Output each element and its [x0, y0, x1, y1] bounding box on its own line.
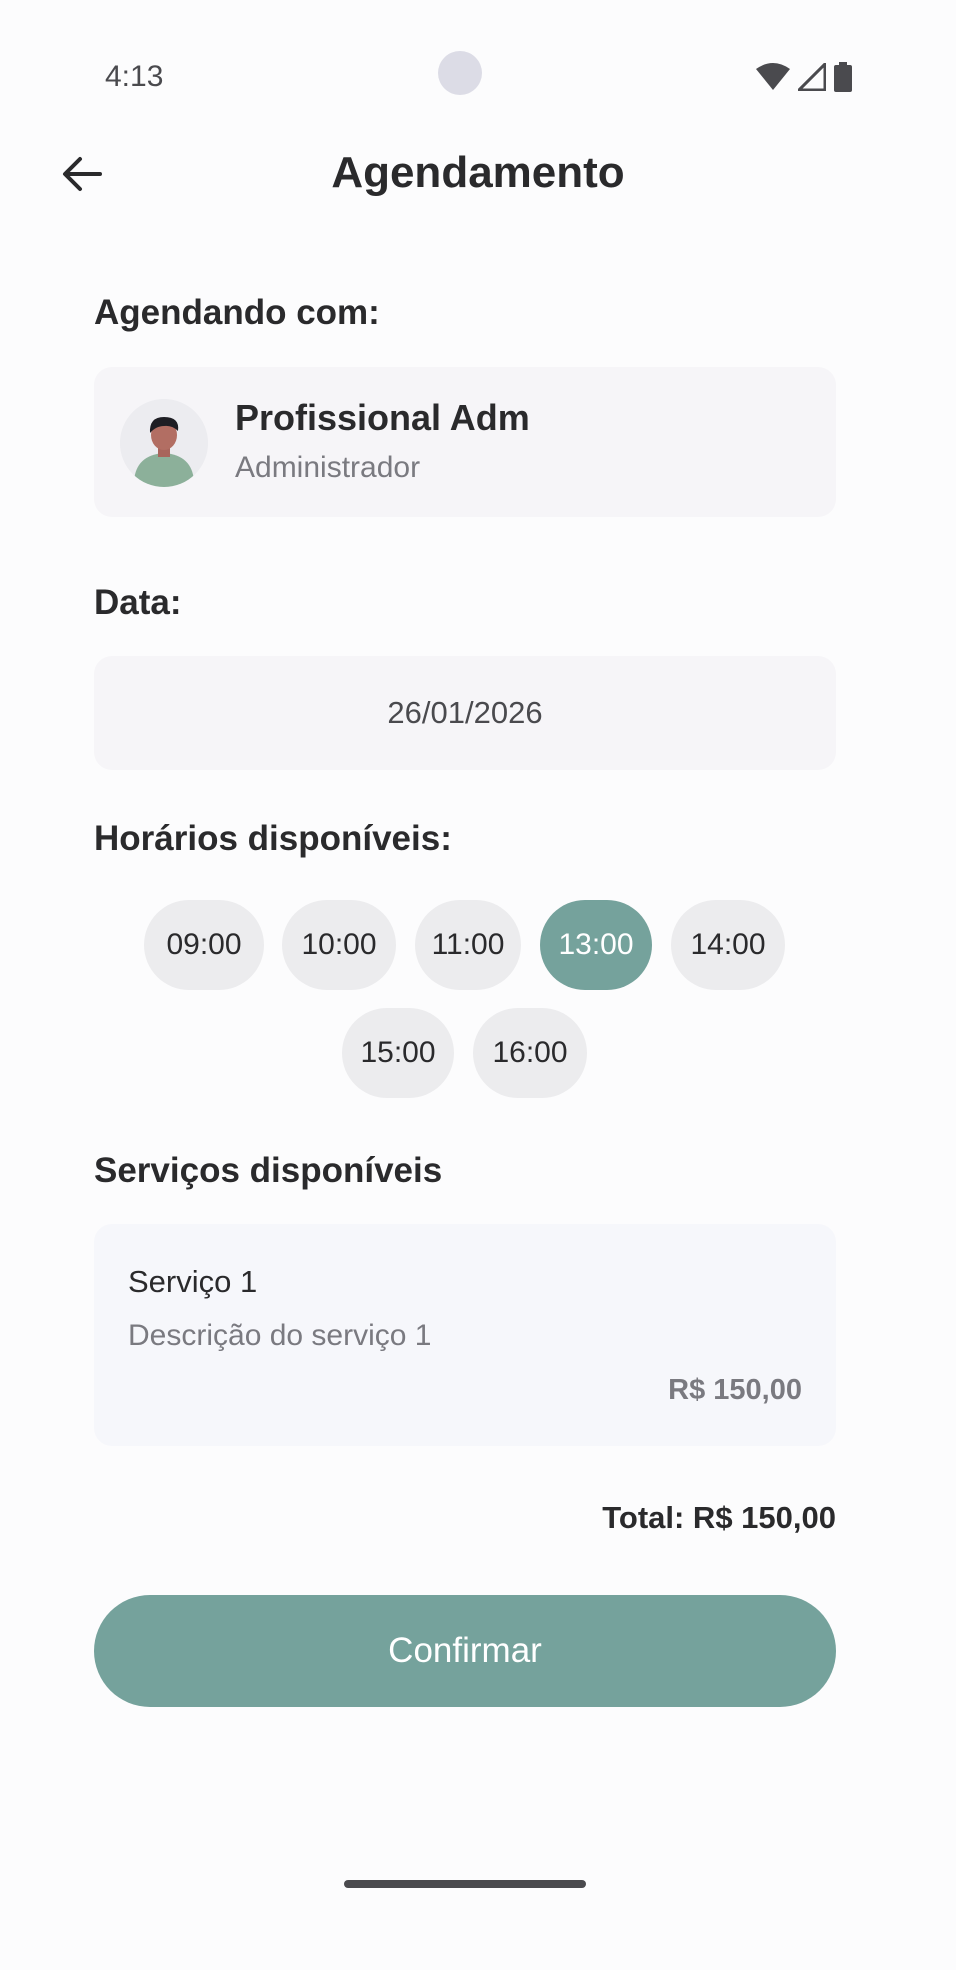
time-slot[interactable]: 16:00	[473, 1008, 587, 1098]
time-slot[interactable]: 10:00	[282, 900, 396, 990]
home-indicator	[344, 1880, 586, 1888]
professional-role: Administrador	[235, 451, 421, 484]
professional-name: Profissional Adm	[235, 397, 530, 438]
time-slot[interactable]: 15:00	[342, 1008, 454, 1098]
page-title: Agendamento	[331, 148, 625, 197]
services-section-label: Serviços disponíveis	[94, 1151, 443, 1190]
status-icons	[756, 62, 852, 92]
time-slot-selected[interactable]: 13:00	[540, 900, 652, 990]
camera-cutout	[438, 51, 482, 95]
service-description: Descrição do serviço 1	[128, 1319, 432, 1352]
confirm-button[interactable]: Confirmar	[94, 1595, 836, 1707]
service-name: Serviço 1	[128, 1264, 258, 1299]
time-slot[interactable]: 14:00	[671, 900, 785, 990]
avatar	[120, 399, 208, 487]
total-amount: Total: R$ 150,00	[602, 1500, 836, 1535]
professional-card: Profissional Adm Administrador	[94, 367, 836, 517]
date-section-label: Data:	[94, 583, 182, 622]
person-avatar-icon	[120, 399, 208, 487]
signal-icon	[798, 63, 826, 91]
service-card[interactable]: Serviço 1 Descrição do serviço 1 R$ 150,…	[94, 1224, 836, 1446]
status-time: 4:13	[105, 60, 164, 93]
date-picker-field[interactable]: 26/01/2026	[94, 656, 836, 770]
times-section-label: Horários disponíveis:	[94, 819, 452, 858]
battery-icon	[834, 62, 852, 92]
wifi-icon	[756, 63, 790, 90]
time-slot[interactable]: 09:00	[144, 900, 264, 990]
time-slot[interactable]: 11:00	[415, 900, 521, 990]
service-price: R$ 150,00	[668, 1374, 802, 1406]
professional-section-label: Agendando com:	[94, 293, 380, 332]
app-bar: Agendamento	[0, 130, 956, 210]
